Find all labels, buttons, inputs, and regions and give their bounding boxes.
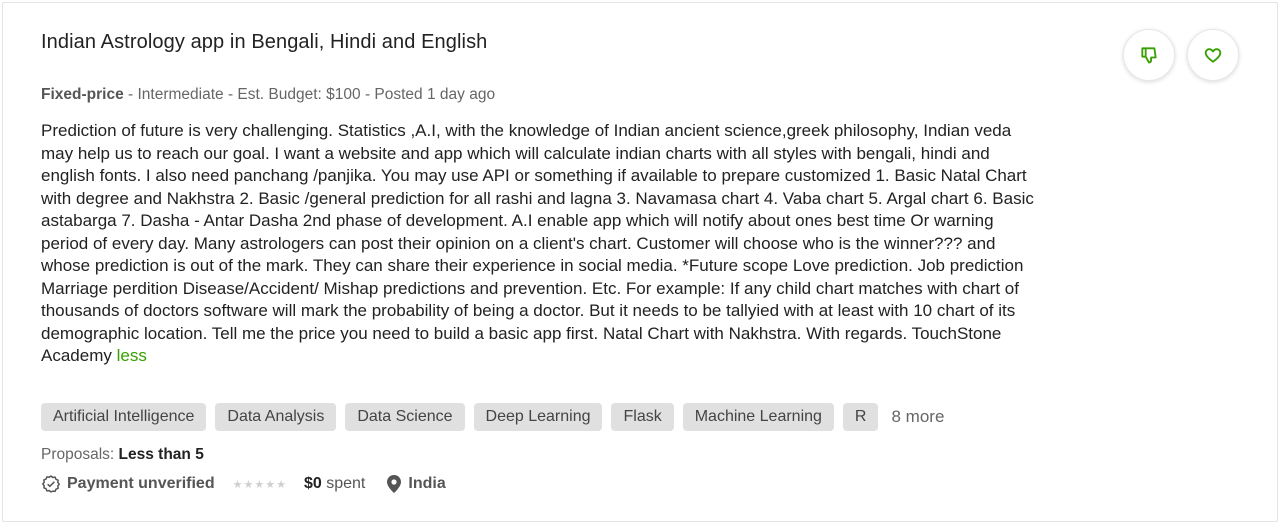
proposals-value: Less than 5	[118, 446, 204, 463]
job-description: Prediction of future is very challenging…	[41, 120, 1041, 368]
skills-list: Artificial Intelligence Data Analysis Da…	[41, 403, 944, 431]
job-meta-details: - Intermediate - Est. Budget: $100 - Pos…	[123, 86, 496, 103]
payment-status: Payment unverified	[41, 474, 215, 494]
less-link[interactable]: less	[117, 346, 147, 365]
heart-icon	[1204, 48, 1222, 63]
client-info: Payment unverified ★ ★ ★ ★ ★ $0 spent In…	[41, 474, 446, 494]
star-icon: ★	[232, 478, 243, 491]
skill-tag[interactable]: Artificial Intelligence	[41, 403, 207, 431]
spent-label: spent	[326, 475, 366, 492]
more-skills-link[interactable]: 8 more	[891, 407, 944, 427]
skill-tag[interactable]: Data Science	[345, 403, 465, 431]
job-meta: Fixed-price - Intermediate - Est. Budget…	[41, 86, 495, 104]
skill-tag[interactable]: Deep Learning	[473, 403, 603, 431]
client-rating: ★ ★ ★ ★ ★	[233, 478, 286, 491]
payment-status-label: Payment unverified	[67, 475, 215, 492]
star-icon: ★	[243, 478, 254, 491]
skill-tag[interactable]: Flask	[611, 403, 674, 431]
job-title[interactable]: Indian Astrology app in Bengali, Hindi a…	[41, 31, 487, 54]
dislike-button[interactable]	[1123, 29, 1175, 81]
map-pin-icon	[387, 475, 402, 493]
save-job-button[interactable]	[1187, 29, 1239, 81]
skill-tag[interactable]: Data Analysis	[215, 403, 337, 431]
star-icon: ★	[254, 478, 265, 491]
proposals: Proposals: Less than 5	[41, 446, 204, 464]
client-location: India	[387, 475, 446, 493]
skill-tag[interactable]: Machine Learning	[682, 403, 834, 431]
thumbs-down-icon	[1141, 47, 1157, 64]
job-actions	[1123, 29, 1239, 81]
skill-tag[interactable]: R	[842, 403, 879, 431]
job-type: Fixed-price	[41, 86, 124, 103]
job-card[interactable]: Indian Astrology app in Bengali, Hindi a…	[2, 2, 1278, 522]
star-icon: ★	[276, 478, 286, 491]
job-description-text: Prediction of future is very challenging…	[41, 121, 1034, 365]
location-label: India	[408, 475, 446, 492]
client-spent: $0 spent	[304, 475, 365, 493]
check-circle-icon	[41, 475, 61, 493]
star-icon: ★	[265, 478, 276, 491]
spent-amount: $0	[303, 475, 322, 492]
proposals-label: Proposals:	[41, 446, 115, 463]
